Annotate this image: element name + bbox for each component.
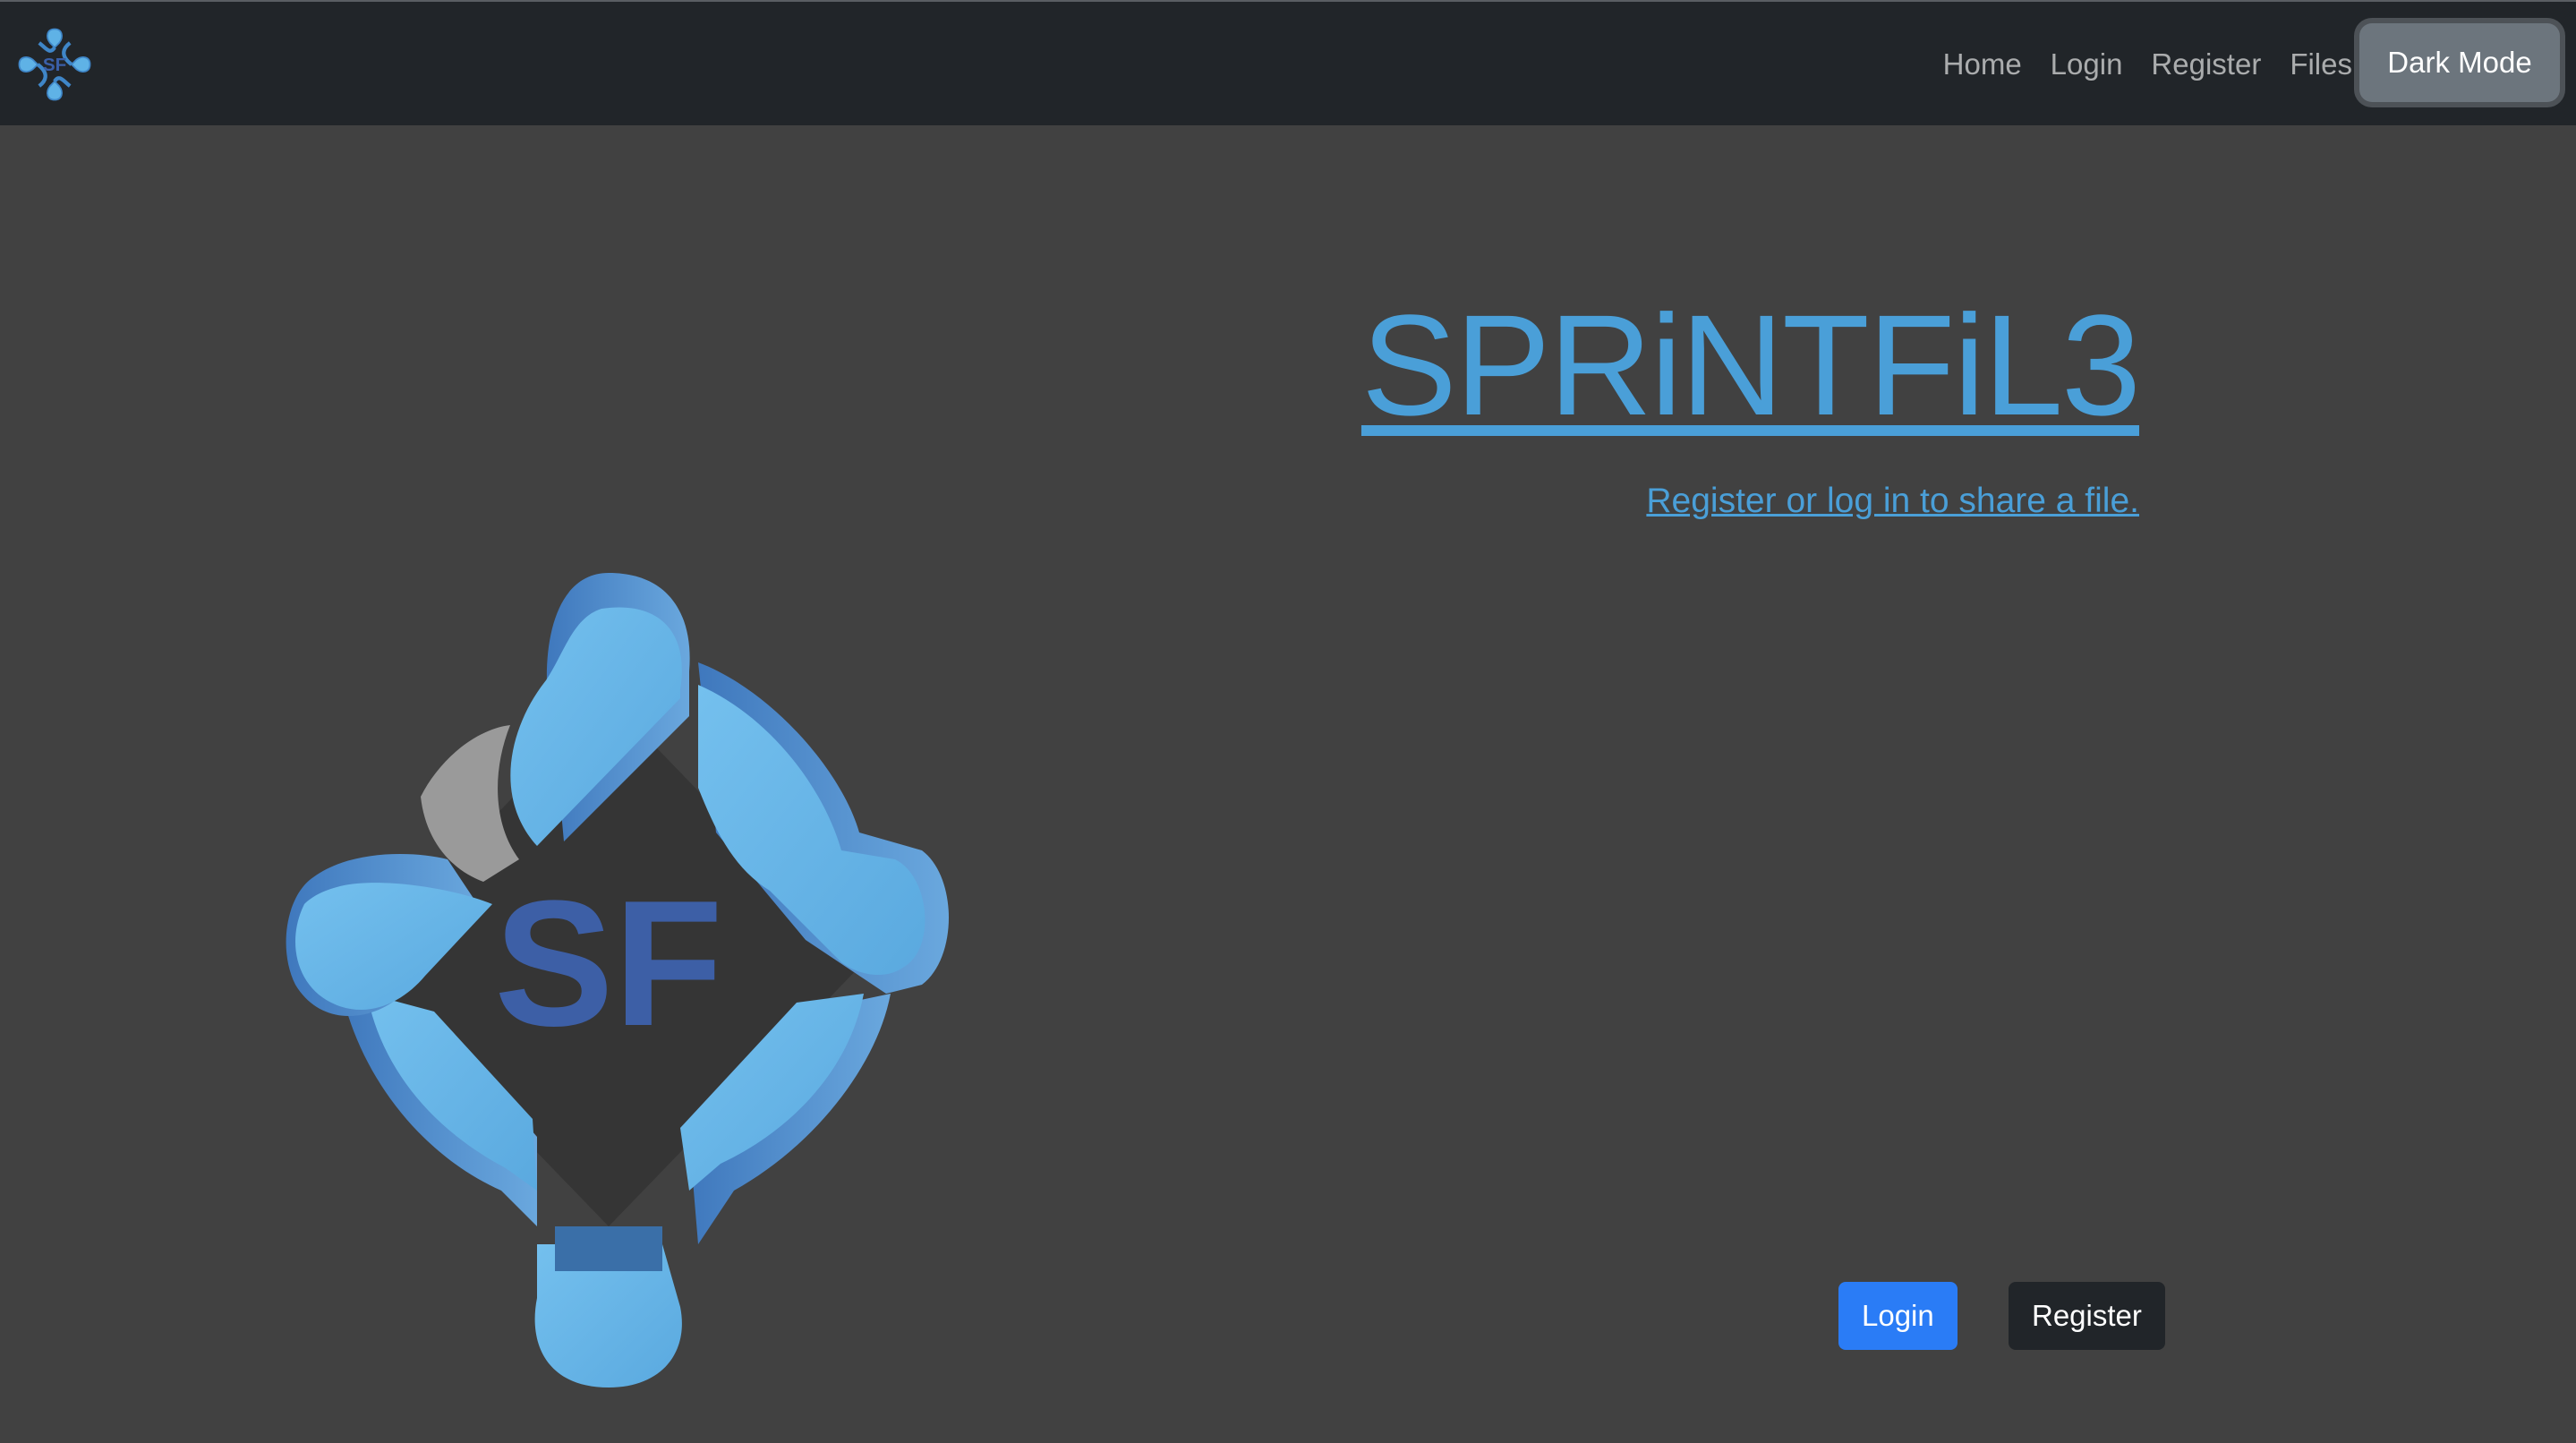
main-content: SF SPRiNTFiL3 Register or log in to shar… (0, 125, 2576, 1443)
nav-links: Home Login Register Files (1915, 2, 2352, 127)
tagline-link[interactable]: Register or log in to share a file. (1646, 482, 2139, 521)
site-title-link[interactable]: SPRiNTFiL3 (1361, 279, 2141, 451)
brand-logo-icon[interactable]: SF (16, 23, 93, 106)
register-button[interactable]: Register (2009, 1282, 2165, 1350)
login-button[interactable]: Login (1838, 1282, 1958, 1350)
hero-logo-text: SF (494, 864, 723, 1063)
sprintfile-hero-logo: SF (286, 573, 949, 1388)
dark-mode-button[interactable]: Dark Mode (2359, 23, 2560, 102)
nav-login-link[interactable]: Login (2051, 47, 2123, 81)
svg-text:SF: SF (43, 55, 66, 75)
nav-register-link[interactable]: Register (2151, 47, 2261, 81)
nav-home-link[interactable]: Home (1943, 47, 2022, 81)
top-navbar: SF Home Login Register Files Dark Mode (0, 0, 2576, 125)
nav-files-link[interactable]: Files (2290, 47, 2352, 81)
